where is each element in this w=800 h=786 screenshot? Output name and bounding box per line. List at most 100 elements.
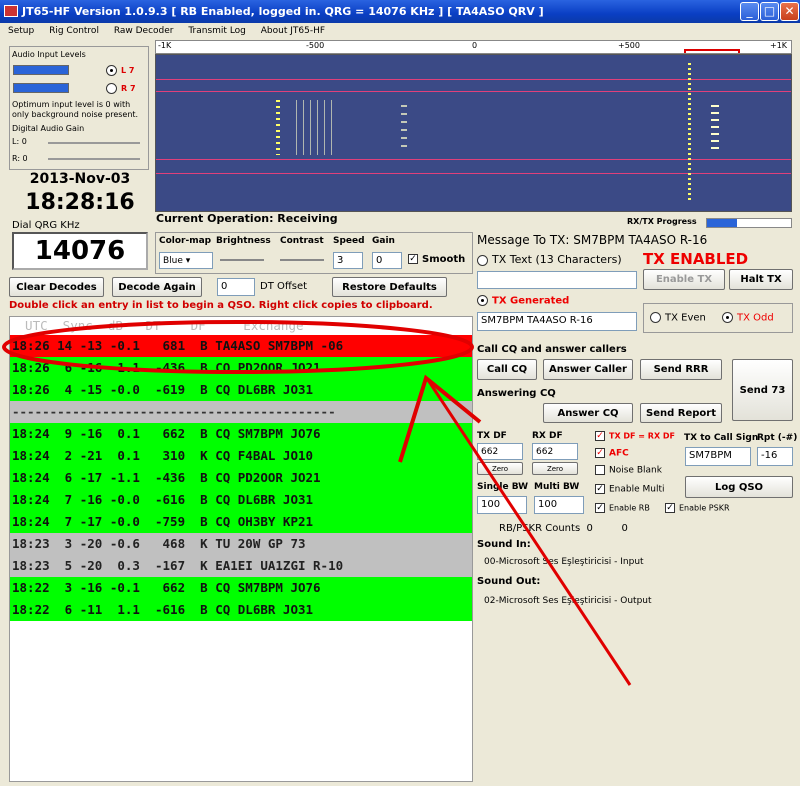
rxdf-zero-button[interactable]: Zero	[532, 462, 578, 475]
rpt-input[interactable]: -16	[757, 447, 793, 466]
gain-l-slider[interactable]	[48, 142, 140, 144]
close-button[interactable]: ✕	[780, 2, 799, 21]
decode-row[interactable]: 18:22 6 -11 1.1 -616 B CQ DL6BR JO31	[10, 599, 472, 621]
rxdf-label: RX DF	[532, 431, 563, 441]
multi-bw-spinner[interactable]: 100	[534, 496, 584, 514]
progress-bar	[706, 218, 792, 228]
brightness-slider[interactable]	[220, 259, 264, 261]
decode-row[interactable]: 18:23 5 -20 0.3 -167 K EA1EI UA1ZGI R-10	[10, 555, 472, 577]
maximize-button[interactable]: □	[760, 2, 779, 21]
decode-row[interactable]: 18:24 2 -21 0.1 310 K CQ F4BAL JO10	[10, 445, 472, 467]
restore-defaults-button[interactable]: Restore Defaults	[332, 277, 447, 297]
decode-again-button[interactable]: Decode Again	[112, 277, 202, 297]
scale-tick: +1K	[770, 41, 788, 50]
single-bw-spinner[interactable]: 100	[477, 496, 527, 514]
gain-l-label: L: 0	[12, 137, 27, 146]
dt-offset-spinner[interactable]: 0	[217, 278, 255, 296]
utc-time: 18:28:16	[25, 190, 135, 215]
tx-odd-radio[interactable]: TX Odd	[722, 312, 774, 324]
waterfall-display[interactable]	[155, 54, 792, 212]
decode-row[interactable]: 18:24 6 -17 -1.1 -436 B CQ PD2OOR JO21	[10, 467, 472, 489]
colormap-select[interactable]: Blue ▾	[159, 252, 213, 269]
scale-tick: -500	[306, 41, 325, 50]
minimize-button[interactable]: _	[740, 2, 759, 21]
check-icon: ✓	[408, 254, 418, 264]
qrg-display[interactable]: 14076	[12, 232, 148, 270]
decode-row[interactable]: 18:26 6 -16 -1.1 -436 B CQ PD2OOR JO21	[10, 357, 472, 379]
list-separator: ----------------------------------------…	[10, 401, 472, 423]
menu-raw-decoder[interactable]: Raw Decoder	[114, 26, 174, 36]
sound-in-device: 00-Microsoft Ses Eşleştiricisi - Input	[484, 557, 644, 567]
txdf-eq-rxdf-checkbox[interactable]: ✓ TX DF = RX DF	[595, 431, 675, 441]
dt-offset-value: 0	[221, 281, 228, 292]
noise-blank-label: Noise Blank	[609, 465, 662, 476]
tx-generated-radio[interactable]: TX Generated	[477, 295, 569, 307]
decode-row[interactable]: 18:22 3 -16 -0.1 662 B CQ SM7BPM JO76	[10, 577, 472, 599]
log-qso-button[interactable]: Log QSO	[685, 476, 793, 498]
afc-checkbox[interactable]: ✓ AFC	[595, 448, 629, 459]
halt-tx-button[interactable]: Halt TX	[729, 269, 793, 290]
answer-cq-button[interactable]: Answer CQ	[543, 403, 633, 423]
decode-row[interactable]: 18:24 7 -16 -0.0 -616 B CQ DL6BR JO31	[10, 489, 472, 511]
tx-generated-label: TX Generated	[492, 295, 570, 307]
scale-tick: +500	[618, 41, 640, 50]
left-radio[interactable]	[106, 65, 117, 76]
rxdf-spinner[interactable]: 662	[532, 443, 578, 460]
tx-generated-field[interactable]: SM7BPM TA4ASO R-16	[477, 312, 637, 331]
rb-pskr-counts: RB/PSKR Counts 0 0	[499, 523, 628, 534]
enable-rb-checkbox[interactable]: ✓ Enable RB	[595, 503, 650, 513]
sound-out-label: Sound Out:	[477, 576, 541, 587]
sync-line	[156, 159, 791, 160]
colormap-label: Color-map	[159, 236, 212, 246]
decode-row[interactable]: 18:26 4 -15 -0.0 -619 B CQ DL6BR JO31	[10, 379, 472, 401]
gain-spinner[interactable]: 0	[372, 252, 402, 269]
enable-pskr-checkbox[interactable]: ✓ Enable PSKR	[665, 503, 730, 513]
right-radio[interactable]	[106, 83, 117, 94]
decode-row[interactable]: 18:23 3 -20 -0.6 468 K TU 20W GP 73	[10, 533, 472, 555]
speed-label: Speed	[333, 236, 365, 246]
decode-list[interactable]: UTC Sync dB DT DF Exchange 18:26 14 -13 …	[9, 316, 473, 782]
gain-r-label: R: 0	[12, 154, 28, 163]
audio-levels-panel: Audio Input Levels L 7 R 7 Optimum input…	[9, 46, 149, 170]
send-report-button[interactable]: Send Report	[640, 403, 722, 423]
tx-text-radio[interactable]: TX Text (13 Characters)	[477, 253, 622, 266]
smooth-checkbox[interactable]: ✓ Smooth	[408, 254, 465, 265]
gain-r-slider[interactable]	[48, 158, 140, 160]
display-controls: Color-map Blue ▾ Brightness Contrast Spe…	[155, 232, 473, 274]
smooth-label: Smooth	[422, 254, 466, 265]
txdf-label: TX DF	[477, 431, 507, 441]
menu-setup[interactable]: Setup	[8, 26, 34, 36]
tx-call-label: TX to Call Sign	[684, 433, 759, 443]
enable-multi-checkbox[interactable]: ✓ Enable Multi	[595, 484, 665, 495]
title-bar: JT65-HF Version 1.0.9.3 [ RB Enabled, lo…	[0, 0, 800, 23]
speed-spinner[interactable]: 3	[333, 252, 363, 269]
contrast-slider[interactable]	[280, 259, 324, 261]
gain-title: Digital Audio Gain	[12, 124, 85, 133]
send-73-button[interactable]: Send 73	[732, 359, 793, 421]
txdf-zero-button[interactable]: Zero	[477, 462, 523, 475]
right-level-bar	[13, 83, 69, 93]
progress-label: RX/TX Progress	[627, 217, 697, 226]
txdf-spinner[interactable]: 662	[477, 443, 523, 460]
decode-row[interactable]: 18:24 9 -16 0.1 662 B CQ SM7BPM JO76	[10, 423, 472, 445]
send-rrr-button[interactable]: Send RRR	[640, 359, 722, 380]
brightness-label: Brightness	[216, 236, 271, 246]
tx-even-radio[interactable]: TX Even	[650, 312, 706, 324]
decode-row[interactable]: 18:24 7 -17 -0.0 -759 B CQ OH3BY KP21	[10, 511, 472, 533]
menu-rig-control[interactable]: Rig Control	[49, 26, 99, 36]
check-icon: ✓	[665, 503, 675, 513]
tx-text-input[interactable]	[477, 271, 637, 289]
enable-tx-button[interactable]: Enable TX	[643, 269, 725, 290]
menu-transmit-log[interactable]: Transmit Log	[188, 26, 246, 36]
radio-icon	[722, 312, 733, 323]
call-cq-button[interactable]: Call CQ	[477, 359, 537, 380]
menu-about[interactable]: About JT65-HF	[261, 26, 325, 36]
noise-blank-checkbox[interactable]: Noise Blank	[595, 465, 662, 476]
clear-decodes-button[interactable]: Clear Decodes	[9, 277, 104, 297]
answer-caller-button[interactable]: Answer Caller	[543, 359, 633, 380]
check-icon	[595, 465, 605, 475]
decode-row[interactable]: 18:26 14 -13 -0.1 681 B TA4ASO SM7BPM -0…	[10, 335, 472, 357]
tx-call-input[interactable]: SM7BPM	[685, 447, 751, 466]
tx-enabled-status: TX ENABLED	[643, 250, 749, 268]
menu-bar: Setup Rig Control Raw Decoder Transmit L…	[0, 23, 800, 40]
